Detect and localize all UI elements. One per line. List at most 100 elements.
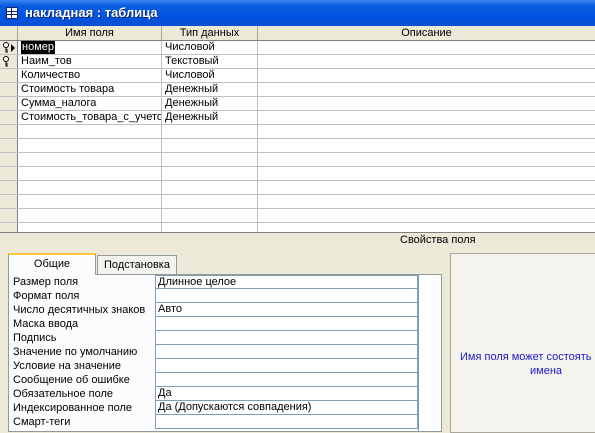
column-header-data-type[interactable]: Тип данных [162,26,258,40]
row-selector[interactable] [0,167,18,180]
row-selector[interactable] [0,223,18,232]
field-name-cell[interactable]: номер [18,41,162,54]
field-name-cell[interactable]: Сумма_налога [18,97,162,110]
description-cell[interactable] [258,69,595,82]
property-value-field[interactable]: Авто [155,303,418,317]
data-type-cell[interactable] [162,167,258,180]
table-row[interactable]: Сумма_налога Денежный [0,97,595,111]
data-type-cell[interactable]: Денежный [162,83,258,96]
property-row: Значение по умолчанию [9,345,429,359]
table-row[interactable] [0,223,595,232]
description-cell[interactable] [258,111,595,124]
property-value-field[interactable] [155,289,418,303]
property-value-field[interactable] [155,373,418,387]
data-type-cell[interactable] [162,125,258,138]
data-type-cell[interactable] [162,195,258,208]
description-cell[interactable] [258,41,595,54]
property-row: Условие на значение [9,359,429,373]
property-value-field[interactable]: Длинное целое [155,275,418,289]
description-cell[interactable] [258,153,595,166]
table-row[interactable]: Стоимость товара Денежный [0,83,595,97]
window-title-bar[interactable]: накладная : таблица [0,0,595,26]
description-cell[interactable] [258,195,595,208]
property-value-field[interactable] [155,345,418,359]
description-cell[interactable] [258,125,595,138]
data-type-cell[interactable] [162,209,258,222]
data-type-cell[interactable]: Числовой [162,69,258,82]
data-type-cell[interactable]: Числовой [162,41,258,54]
property-value-field[interactable] [155,415,418,429]
field-name-cell[interactable] [18,181,162,194]
row-selector[interactable] [0,55,18,68]
column-header-field-name[interactable]: Имя поля [18,26,162,40]
field-properties-bar: Свойства поля [0,232,595,248]
data-type-cell[interactable] [162,181,258,194]
table-row[interactable]: Количество Числовой [0,69,595,83]
data-type-cell[interactable]: Денежный [162,97,258,110]
table-row[interactable] [0,125,595,139]
row-selector[interactable] [0,209,18,222]
table-row[interactable] [0,167,595,181]
row-selector[interactable] [0,153,18,166]
row-selector[interactable] [0,97,18,110]
table-row[interactable] [0,181,595,195]
table-row[interactable] [0,153,595,167]
field-name-cell[interactable]: Стоимость товара [18,83,162,96]
field-name-cell[interactable]: Количество [18,69,162,82]
description-cell[interactable] [258,139,595,152]
table-row[interactable]: номер Числовой [0,41,595,55]
property-row: Формат поля [9,289,429,303]
property-value-field[interactable]: Да [155,387,418,401]
row-selector[interactable] [0,181,18,194]
description-cell[interactable] [258,167,595,180]
data-type-cell[interactable] [162,153,258,166]
property-value-field[interactable] [155,331,418,345]
field-properties-pane: Общие Подстановка Размер поля Длинное це… [0,247,595,433]
field-name-cell[interactable] [18,139,162,152]
help-hint-line: имена [530,365,563,377]
field-name-cell[interactable]: Наим_тов [18,55,162,68]
row-selector-header[interactable] [0,26,18,40]
table-row[interactable] [0,209,595,223]
data-type-cell[interactable] [162,223,258,232]
row-selector[interactable] [0,195,18,208]
property-value-field[interactable] [155,359,418,373]
row-selector[interactable] [0,125,18,138]
tab-lookup[interactable]: Подстановка [97,255,177,275]
row-selector[interactable] [0,83,18,96]
field-name-cell[interactable] [18,209,162,222]
properties-scroll-strip[interactable] [418,275,432,431]
data-type-cell[interactable] [162,139,258,152]
data-type-cell[interactable]: Текстовый [162,55,258,68]
row-selector[interactable] [0,139,18,152]
field-name-cell[interactable]: Стоимость_товара_с_учетом [18,111,162,124]
description-cell[interactable] [258,223,595,232]
column-header-description[interactable]: Описание [258,26,595,40]
row-selector[interactable] [0,69,18,82]
table-row[interactable]: Наим_тов Текстовый [0,55,595,69]
property-value-field[interactable] [155,317,418,331]
field-name-cell[interactable] [18,153,162,166]
description-cell[interactable] [258,209,595,222]
property-value-field[interactable]: Да (Допускаются совпадения) [155,401,418,415]
grid-header: Имя поля Тип данных Описание [0,26,595,41]
row-selector[interactable] [0,41,18,54]
field-name-cell[interactable] [18,195,162,208]
description-cell[interactable] [258,97,595,110]
description-cell[interactable] [258,83,595,96]
field-name-cell[interactable] [18,125,162,138]
table-row[interactable] [0,195,595,209]
field-name-cell[interactable] [18,223,162,232]
table-row[interactable]: Стоимость_товара_с_учетом Денежный [0,111,595,125]
data-type-cell[interactable]: Денежный [162,111,258,124]
description-cell[interactable] [258,181,595,194]
description-cell[interactable] [258,55,595,68]
field-name-cell[interactable] [18,167,162,180]
property-row: Число десятичных знаков Авто [9,303,429,317]
primary-key-icon [3,42,9,53]
property-label: Значение по умолчанию [13,346,138,358]
field-design-grid: Имя поля Тип данных Описание номер Число… [0,26,595,232]
row-selector[interactable] [0,111,18,124]
table-row[interactable] [0,139,595,153]
tab-general[interactable]: Общие [8,253,96,275]
